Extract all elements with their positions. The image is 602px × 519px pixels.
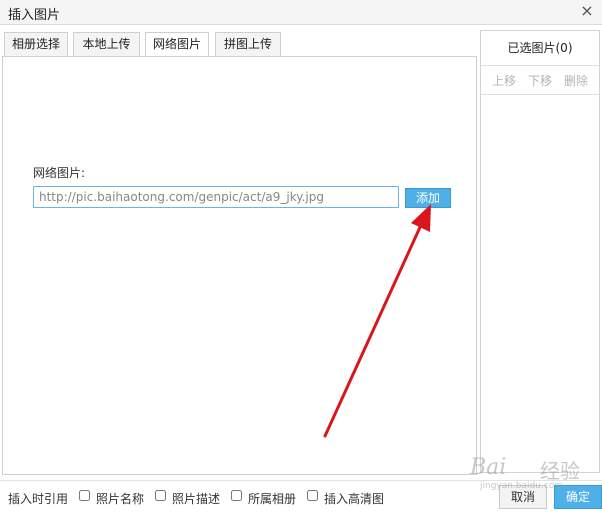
- tab-collage-upload[interactable]: 拼图上传: [215, 32, 281, 56]
- move-up-button[interactable]: 上移: [492, 72, 516, 89]
- photo-description-label[interactable]: 照片描述: [172, 490, 220, 507]
- selected-images-list: [481, 95, 599, 472]
- hd-image-label[interactable]: 插入高清图: [324, 490, 384, 507]
- image-url-input[interactable]: [33, 186, 399, 208]
- add-button[interactable]: 添加: [405, 188, 451, 208]
- close-icon[interactable]: ×: [579, 2, 595, 20]
- album-label[interactable]: 所属相册: [248, 490, 296, 507]
- selected-images-toolbar: 上移 下移 删除: [481, 66, 599, 95]
- confirm-button[interactable]: 确定: [554, 485, 602, 509]
- network-image-label: 网络图片:: [33, 166, 86, 180]
- cancel-button[interactable]: 取消: [499, 485, 547, 509]
- tab-bar: 相册选择 本地上传 网络图片 拼图上传: [0, 32, 480, 57]
- selected-images-panel: 已选图片(0) 上移 下移 删除: [480, 30, 600, 473]
- dialog-titlebar: 插入图片 ×: [0, 0, 602, 25]
- photo-description-checkbox[interactable]: [155, 490, 166, 501]
- insert-reference-label: 插入时引用: [8, 492, 69, 506]
- dialog-title: 插入图片: [8, 8, 61, 23]
- tab-local-upload[interactable]: 本地上传: [73, 32, 140, 56]
- album-checkbox[interactable]: [231, 490, 242, 501]
- hd-image-checkbox[interactable]: [307, 490, 318, 501]
- delete-button[interactable]: 删除: [564, 72, 588, 89]
- photo-name-checkbox[interactable]: [79, 490, 90, 501]
- network-image-panel: 网络图片: 添加: [2, 56, 477, 475]
- tab-album-select[interactable]: 相册选择: [4, 32, 68, 56]
- tab-network-image[interactable]: 网络图片: [145, 32, 209, 57]
- dialog-footer: 插入时引用 照片名称 照片描述 所属相册 插入高清图 取消 确定: [0, 480, 602, 519]
- move-down-button[interactable]: 下移: [528, 72, 552, 89]
- selected-images-header: 已选图片(0): [481, 31, 599, 66]
- photo-name-label[interactable]: 照片名称: [96, 490, 144, 507]
